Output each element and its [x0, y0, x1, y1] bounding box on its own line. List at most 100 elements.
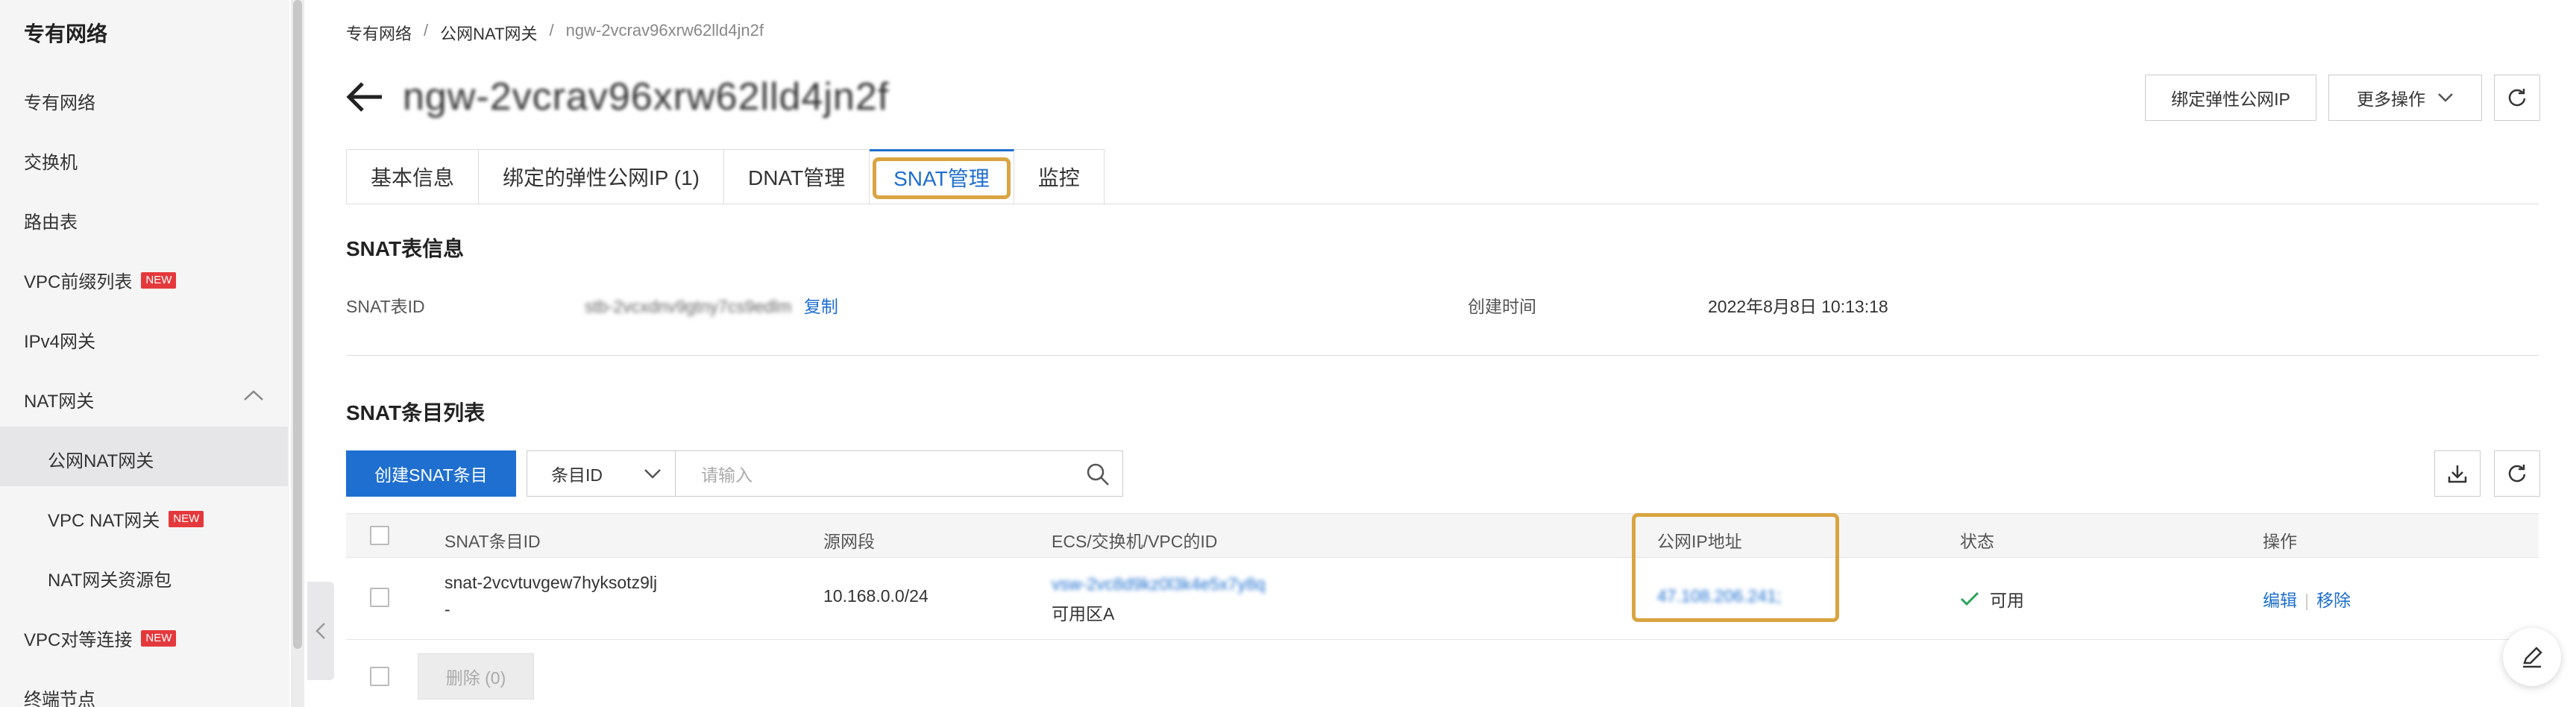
tab-snat[interactable]: SNAT管理: [870, 149, 1014, 204]
sidebar-item-label: 终端节点: [24, 690, 95, 707]
sidebar-item-endpoint[interactable]: 终端节点: [24, 685, 95, 707]
chevron-down-icon: [2438, 93, 2453, 102]
feedback-button[interactable]: [2503, 628, 2561, 686]
new-badge: NEW: [141, 271, 177, 289]
snat-entry-name: -: [444, 600, 450, 619]
footer-select-all-checkbox[interactable]: [370, 667, 389, 686]
sidebar-title: 专有网络: [24, 22, 108, 45]
source-cidr: 10.168.0.0/24: [823, 586, 929, 606]
sidebar-item-label: 专有网络: [24, 93, 95, 113]
table-refresh-button[interactable]: [2494, 450, 2540, 497]
public-ip-highlight-box: [1632, 513, 1839, 622]
copy-link[interactable]: 复制: [804, 297, 838, 316]
sidebar-item-prefix-list[interactable]: VPC前缀列表 NEW: [24, 267, 177, 293]
more-actions-label: 更多操作: [2357, 89, 2425, 109]
filter-select-value: 条目ID: [551, 465, 603, 485]
sidebar-item-nat-package[interactable]: NAT网关资源包: [48, 565, 172, 591]
main-content: 专有网络 / 公网NAT网关 / ngw-2vcrav96xrw62lld4jn…: [346, 0, 2546, 707]
refresh-button[interactable]: [2494, 75, 2540, 121]
created-time-label: 创建时间: [1468, 297, 1536, 316]
sidebar-item-vpc[interactable]: 专有网络: [24, 88, 95, 114]
search-input[interactable]: 请输入: [676, 450, 1123, 497]
zone-label: 可用区A: [1052, 604, 1115, 623]
snat-table-id-text: stb-2vcxdnv9gtny7cs9edlm: [585, 297, 792, 316]
new-badge: NEW: [141, 629, 177, 647]
more-actions-button[interactable]: 更多操作: [2328, 75, 2482, 121]
download-button[interactable]: [2434, 450, 2481, 497]
table-row: snat-2vcvtuvgew7hyksotz9lj - 10.168.0.0/…: [346, 558, 2539, 640]
chevron-up-icon[interactable]: [243, 389, 264, 401]
sidebar-collapse-button[interactable]: [307, 582, 334, 680]
tab-bound-eip[interactable]: 绑定的弹性公网IP (1): [479, 149, 724, 204]
filter-select[interactable]: 条目ID: [527, 450, 676, 497]
section-divider: [346, 355, 2539, 356]
breadcrumb-separator: /: [424, 21, 429, 40]
sidebar-item-public-nat[interactable]: 公网NAT网关: [48, 446, 154, 472]
tab-label: 基本信息: [371, 166, 455, 189]
snat-table-id-value: stb-2vcxdnv9gtny7cs9edlm 复制: [585, 292, 838, 318]
search-placeholder: 请输入: [701, 465, 753, 485]
tab-bar: 基本信息 绑定的弹性公网IP (1) DNAT管理 SNAT管理 监控: [346, 149, 1105, 204]
status-cell: 可用: [1960, 586, 2024, 612]
created-time-value: 2022年8月8日 10:13:18: [1708, 297, 1888, 316]
sidebar-item-label: NAT网关: [24, 392, 95, 412]
tab-monitor[interactable]: 监控: [1014, 149, 1105, 204]
sidebar-item-label: VPC NAT网关: [48, 511, 160, 531]
sidebar-item-vswitch[interactable]: 交换机: [24, 148, 78, 174]
breadcrumb-current: ngw-2vcrav96xrw62lld4jn2f: [565, 21, 764, 40]
select-all-checkbox[interactable]: [370, 526, 389, 545]
action-separator: |: [2305, 591, 2309, 610]
breadcrumb-vpc[interactable]: 专有网络: [346, 21, 412, 45]
download-icon: [2448, 465, 2467, 483]
bind-eip-label: 绑定弹性公网IP: [2171, 89, 2290, 109]
snat-entry-id: snat-2vcvtuvgew7hyksotz9lj: [444, 573, 658, 592]
sidebar-item-label: 公网NAT网关: [48, 451, 154, 471]
back-arrow-icon[interactable]: [346, 81, 385, 113]
column-header-snat-id: SNAT条目ID: [444, 532, 541, 551]
batch-delete-button[interactable]: 删除 (0): [418, 653, 534, 700]
chevron-left-icon: [315, 623, 325, 639]
column-header-resource-id: ECS/交换机/VPC的ID: [1052, 532, 1218, 551]
table-header: SNAT条目ID 源网段 ECS/交换机/VPC的ID 公网IP地址 状态 操作: [346, 513, 2539, 558]
sidebar-item-label: IPv4网关: [24, 332, 96, 352]
sidebar-item-route-table[interactable]: 路由表: [24, 207, 78, 233]
column-header-source-cidr: 源网段: [823, 532, 875, 551]
edit-link[interactable]: 编辑: [2263, 591, 2297, 610]
tab-highlight-box: [873, 157, 1011, 199]
vswitch-id-link[interactable]: vsw-2vc8d9kz0l3k4e5x7y8q: [1052, 574, 1265, 594]
refresh-icon: [2508, 89, 2526, 107]
sidebar-item-label: NAT网关资源包: [48, 571, 172, 591]
bind-eip-button[interactable]: 绑定弹性公网IP: [2145, 75, 2316, 121]
tab-basic-info[interactable]: 基本信息: [346, 149, 480, 204]
row-checkbox[interactable]: [370, 588, 389, 607]
sidebar-item-vpc-peering[interactable]: VPC对等连接 NEW: [24, 625, 177, 651]
sidebar-item-vpc-nat[interactable]: VPC NAT网关 NEW: [48, 506, 204, 532]
refresh-icon: [2508, 465, 2526, 483]
create-snat-button[interactable]: 创建SNAT条目: [346, 450, 516, 497]
snat-list-title: SNAT条目列表: [346, 401, 486, 424]
sidebar-scrollbar-thumb[interactable]: [293, 0, 302, 649]
tab-dnat[interactable]: DNAT管理: [723, 149, 870, 204]
sidebar-item-label: 交换机: [24, 153, 78, 173]
actions-cell: 编辑 | 移除: [2263, 586, 2351, 612]
column-header-status: 状态: [1960, 532, 1994, 551]
snat-table-id-label: SNAT表ID: [346, 297, 425, 316]
sidebar: 专有网络 专有网络 交换机 路由表 VPC前缀列表 NEW IPv4网关 NAT网…: [0, 0, 289, 707]
breadcrumb-public-nat[interactable]: 公网NAT网关: [440, 21, 537, 45]
chevron-down-icon: [644, 469, 661, 479]
remove-link[interactable]: 移除: [2316, 591, 2351, 610]
search-icon[interactable]: [1085, 462, 1110, 487]
breadcrumb-separator: /: [549, 21, 554, 40]
check-icon: [1960, 591, 1979, 606]
tab-label: DNAT管理: [747, 166, 846, 189]
tab-label: 绑定的弹性公网IP (1): [503, 166, 700, 189]
sidebar-item-label: VPC前缀列表: [24, 272, 133, 292]
sidebar-item-nat-gateway[interactable]: NAT网关: [24, 386, 94, 412]
sidebar-item-label: VPC对等连接: [24, 630, 133, 650]
tab-label: 监控: [1037, 166, 1080, 189]
edit-icon: [2523, 647, 2542, 668]
snat-info-title: SNAT表信息: [346, 237, 465, 260]
sidebar-item-label: 路由表: [24, 213, 78, 233]
sidebar-item-ipv4-gateway[interactable]: IPv4网关: [24, 327, 95, 353]
status-text: 可用: [1990, 591, 2024, 610]
